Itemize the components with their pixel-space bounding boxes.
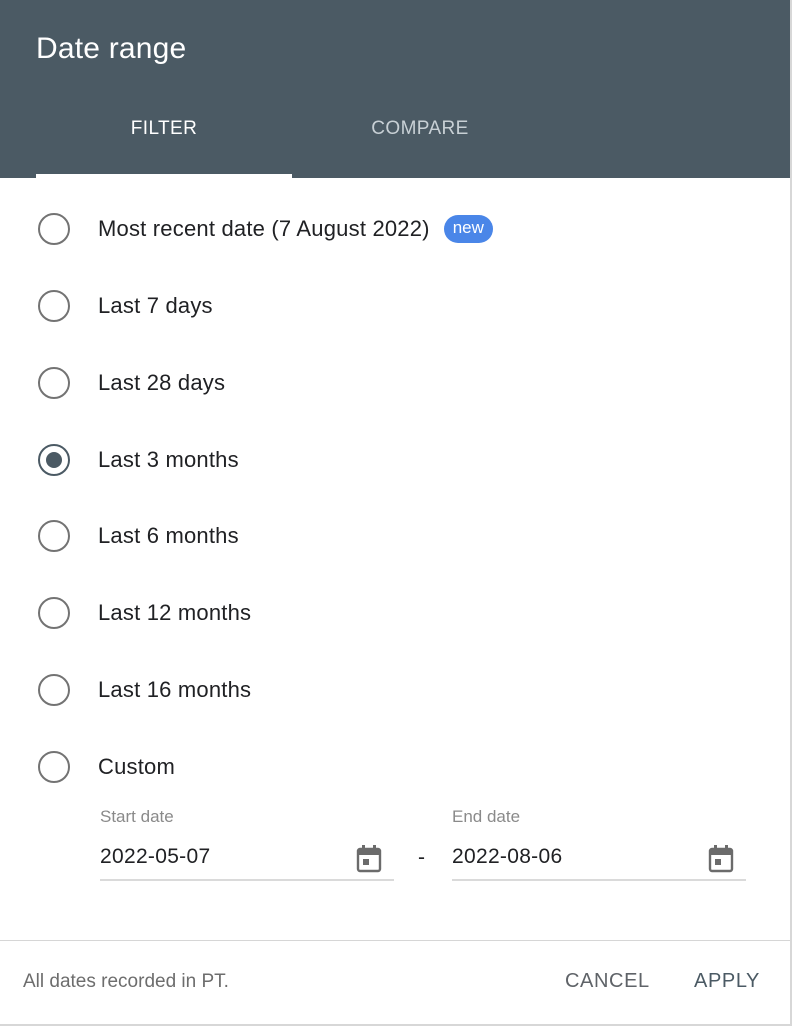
start-date-field[interactable]: Start date 2022-05-07 xyxy=(100,807,395,883)
option-last-6-months[interactable]: Last 6 months xyxy=(36,516,736,556)
active-tab-indicator xyxy=(36,174,292,178)
radio-button[interactable] xyxy=(38,290,70,322)
apply-button[interactable]: APPLY xyxy=(694,970,760,993)
tab-compare[interactable]: COMPARE xyxy=(292,118,548,178)
calendar-icon[interactable] xyxy=(355,844,383,874)
end-date-underline xyxy=(452,879,746,881)
calendar-icon[interactable] xyxy=(707,844,735,874)
radio-button-checked[interactable] xyxy=(38,444,70,476)
end-date-label: End date xyxy=(452,807,521,826)
end-date-field[interactable]: End date 2022-08-06 xyxy=(452,807,747,883)
option-last-28-days[interactable]: Last 28 days xyxy=(36,363,736,403)
option-last-7-days[interactable]: Last 7 days xyxy=(36,286,736,326)
cancel-button[interactable]: CANCEL xyxy=(565,970,650,993)
option-label: Last 3 months xyxy=(98,447,239,472)
option-most-recent-date[interactable]: Most recent date (7 August 2022) new xyxy=(36,209,736,249)
radio-button[interactable] xyxy=(38,674,70,706)
option-label: Last 6 months xyxy=(98,523,239,548)
tab-filter[interactable]: FILTER xyxy=(36,118,292,178)
option-label: Last 12 months xyxy=(98,600,252,625)
start-date-input[interactable]: 2022-05-07 xyxy=(100,845,210,869)
option-label: Last 28 days xyxy=(98,370,226,395)
timezone-note: All dates recorded in PT. xyxy=(23,971,229,992)
start-date-underline xyxy=(100,879,394,881)
start-date-label: Start date xyxy=(100,807,174,826)
option-label: Most recent date (7 August 2022) xyxy=(98,216,430,241)
radio-button[interactable] xyxy=(38,597,70,629)
footer-divider xyxy=(0,940,790,941)
new-badge: new xyxy=(443,215,493,243)
radio-button[interactable] xyxy=(38,520,70,552)
radio-button[interactable] xyxy=(38,213,70,245)
option-last-16-months[interactable]: Last 16 months xyxy=(36,670,736,710)
option-label: Last 7 days xyxy=(98,293,213,318)
tab-compare-label: COMPARE xyxy=(371,118,469,139)
option-label: Last 16 months xyxy=(98,677,252,702)
tab-filter-label: FILTER xyxy=(130,118,198,139)
option-label: Custom xyxy=(98,754,175,779)
dialog-title: Date range xyxy=(36,32,187,65)
date-separator: - xyxy=(418,846,425,869)
radio-button[interactable] xyxy=(38,751,70,783)
dialog-header: Date range FILTER COMPARE xyxy=(0,0,790,178)
option-last-3-months[interactable]: Last 3 months xyxy=(36,440,736,480)
date-range-dialog: Date range FILTER COMPARE Most recent da… xyxy=(0,0,792,1026)
option-last-12-months[interactable]: Last 12 months xyxy=(36,593,736,633)
end-date-input[interactable]: 2022-08-06 xyxy=(452,845,562,869)
radio-button[interactable] xyxy=(38,367,70,399)
option-custom[interactable]: Custom xyxy=(36,747,736,787)
